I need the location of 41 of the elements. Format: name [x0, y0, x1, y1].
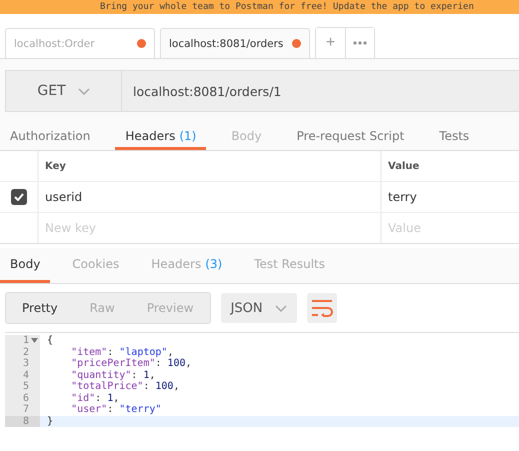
code-line: "pricePerItem": 100, — [70, 358, 192, 370]
response-tab[interactable]: Cookies — [62, 248, 130, 283]
line-number: 6 — [22, 392, 29, 404]
line-number: 4 — [22, 370, 29, 381]
line-number: 5 — [22, 381, 29, 392]
wrap-lines-button[interactable] — [306, 293, 337, 323]
more-button[interactable] — [345, 28, 374, 58]
header-key[interactable]: userid — [45, 190, 82, 204]
line-number: 7 — [22, 404, 29, 416]
line-number: 8 — [22, 416, 29, 427]
request-tab[interactable]: localhost:Order — [5, 28, 155, 58]
header-value[interactable]: terry — [388, 190, 417, 204]
request-section-tab[interactable]: Headers (1) — [115, 124, 206, 150]
code-line: "user": "terry" — [70, 404, 162, 416]
response-tab[interactable]: Headers (3) — [141, 248, 232, 283]
column-header: Value — [387, 160, 420, 174]
code-line: "quantity": 1, — [70, 370, 156, 380]
code-line: "totalPrice": 100, — [70, 381, 180, 392]
code-line: "item": "laptop", — [70, 346, 174, 358]
code-line: } — [46, 416, 54, 427]
checkbox[interactable] — [10, 189, 26, 205]
check-icon — [14, 193, 24, 201]
wrap-lines-icon — [310, 299, 333, 317]
request-section-tab[interactable]: Tests — [429, 124, 480, 150]
line-number: 2 — [22, 346, 29, 358]
request-section-tab[interactable]: Pre-request Script — [286, 124, 414, 150]
request-section-tab[interactable]: Authorization — [0, 124, 100, 150]
line-number: 3 — [22, 358, 29, 370]
response-tab[interactable]: Test Results — [244, 248, 336, 283]
column-header: Key — [39, 151, 382, 181]
chevron-down-icon — [274, 304, 287, 312]
code-line: { — [46, 335, 54, 346]
update-banner: Bring your whole team to Postman for free! Update the app to experien — [0, 0, 519, 14]
request-tab[interactable]: localhost:8081/orders — [160, 28, 310, 58]
format-dropdown[interactable]: JSON — [220, 293, 297, 323]
line-number: 1 — [22, 335, 29, 346]
fold-arrow-icon[interactable] — [31, 338, 38, 343]
view-mode-button[interactable]: Pretty — [6, 293, 74, 323]
response-tab[interactable]: Body — [0, 248, 50, 283]
more-icon — [353, 41, 367, 45]
code-line: "id": 1, — [70, 392, 120, 404]
